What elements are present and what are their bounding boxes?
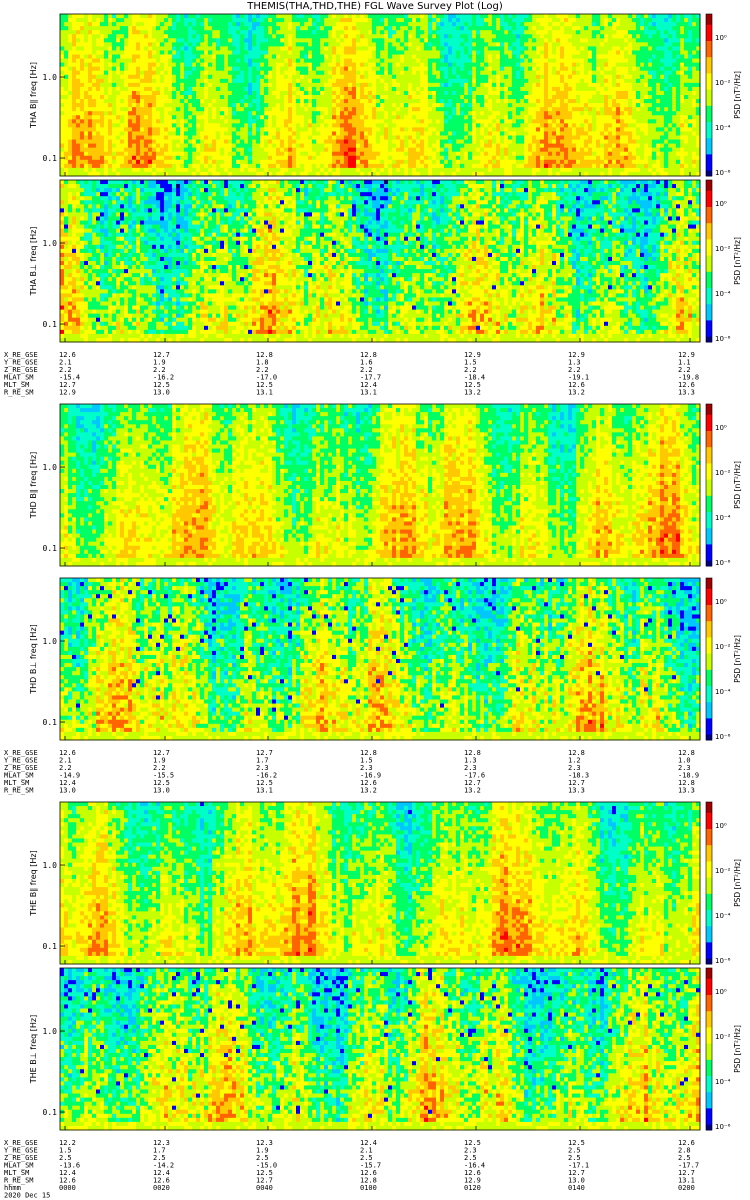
ephemeris-value: 13.3 <box>568 787 585 795</box>
y-tick-label: 0.1 <box>43 320 58 329</box>
ephemeris-value: 12.9 <box>59 389 76 397</box>
y-axis-label: THD B⊥ freq [Hz] <box>29 624 38 695</box>
colorbar-label: PSD [nT²/Hz] <box>733 461 742 509</box>
heatmap-cells <box>60 802 700 964</box>
y-tick-label: 0.1 <box>43 1108 58 1117</box>
ephemeris-value: 13.2 <box>360 787 377 795</box>
y-tick-label: 0.1 <box>43 942 58 951</box>
colorbar-tick-label: 10⁻⁴ <box>715 124 731 132</box>
colorbar-tick-label: 10⁻² <box>715 643 731 651</box>
colorbar: 10⁰ 10⁻² 10⁻⁴ 10⁻⁶ PSD [nT²/Hz] <box>706 578 742 741</box>
spectrogram-panel-tha-0: 1.0 0.1 THA B∥ freq [Hz] 10⁰ 10⁻² 10⁻⁴ 10⁻⁶ PSD… <box>29 14 742 177</box>
colorbar-tick-label: 10⁰ <box>715 200 727 208</box>
ephemeris-value: 0200 <box>678 1184 695 1192</box>
heatmap-cells <box>60 180 700 342</box>
y-tick-label: 1.0 <box>43 73 58 82</box>
colorbar-tick-label: 10⁻⁶ <box>715 733 731 741</box>
colorbar-label: PSD [nT²/Hz] <box>733 859 742 907</box>
colorbar-tick-label: 10⁻⁴ <box>715 1078 731 1086</box>
y-axis-label: THE B∥ freq [Hz] <box>29 850 38 916</box>
ephemeris-value: 13.0 <box>153 389 170 397</box>
colorbar: 10⁰ 10⁻² 10⁻⁴ 10⁻⁶ PSD [nT²/Hz] <box>706 404 742 567</box>
ephemeris-value: 0020 <box>153 1184 170 1192</box>
colorbar: 10⁰ 10⁻² 10⁻⁴ 10⁻⁶ PSD [nT²/Hz] <box>706 180 742 343</box>
spectrogram-panel-thd-2: 1.0 0.1 THD B∥ freq [Hz] 10⁰ 10⁻² 10⁻⁴ 10⁻⁶ PSD… <box>29 404 742 567</box>
colorbar-tick-label: 10⁰ <box>715 988 727 996</box>
spectrogram-figure: 1.0 0.1 THA B∥ freq [Hz] 10⁰ 10⁻² 10⁻⁴ 10⁻⁶ PSD… <box>0 0 750 1200</box>
colorbar-label: PSD [nT²/Hz] <box>733 237 742 285</box>
y-axis-label: THA B⊥ freq [Hz] <box>29 227 38 297</box>
ephemeris-value: 0040 <box>256 1184 273 1192</box>
colorbar-tick-label: 10⁰ <box>715 598 727 606</box>
colorbar: 10⁰ 10⁻² 10⁻⁴ 10⁻⁶ PSD [nT²/Hz] <box>706 968 742 1131</box>
ephemeris-value: 13.1 <box>360 389 377 397</box>
ephemeris-value: 0000 <box>59 1184 76 1192</box>
colorbar-tick-label: 10⁻⁶ <box>715 335 731 343</box>
colorbar-tick-label: 10⁻⁶ <box>715 169 731 177</box>
y-axis-label: THA B∥ freq [Hz] <box>29 62 38 129</box>
colorbar-label: PSD [nT²/Hz] <box>733 1025 742 1073</box>
spectrogram-panel-thd-3: 1.0 0.1 THD B⊥ freq [Hz] 10⁰ 10⁻² 10⁻⁴ 10⁻⁶ PSD… <box>29 578 742 741</box>
spectrogram-panel-the-4: 1.0 0.1 THE B∥ freq [Hz] 10⁰ 10⁻² 10⁻⁴ 10⁻⁶ PSD… <box>29 802 742 965</box>
colorbar-tick-label: 10⁻⁴ <box>715 912 731 920</box>
colorbar-tick-label: 10⁻² <box>715 1033 731 1041</box>
colorbar-tick-label: 10⁻⁶ <box>715 957 731 965</box>
ephemeris-row-label: R_RE_SM <box>4 389 34 397</box>
ephemeris-value: 13.0 <box>153 787 170 795</box>
y-tick-label: 1.0 <box>43 239 58 248</box>
y-axis-label: THD B∥ freq [Hz] <box>29 452 38 520</box>
colorbar-label: PSD [nT²/Hz] <box>733 635 742 683</box>
ephemeris-row-label: R_RE_SM <box>4 787 34 795</box>
ephemeris-value: 0120 <box>464 1184 481 1192</box>
colorbar-tick-label: 10⁻⁶ <box>715 559 731 567</box>
ephemeris-value: 13.2 <box>464 389 481 397</box>
y-tick-label: 0.1 <box>43 718 58 727</box>
colorbar-tick-label: 10⁻⁴ <box>715 688 731 696</box>
colorbar-tick-label: 10⁰ <box>715 34 727 42</box>
ephemeris-value: 13.1 <box>256 787 273 795</box>
heatmap-cells <box>60 968 700 1130</box>
y-tick-label: 1.0 <box>43 1027 58 1036</box>
ephemeris-value: 13.3 <box>678 787 695 795</box>
heatmap-cells <box>60 14 700 176</box>
colorbar-tick-label: 10⁻⁶ <box>715 1123 731 1131</box>
y-tick-label: 0.1 <box>43 544 58 553</box>
ephemeris-value: 13.1 <box>256 389 273 397</box>
heatmap-cells <box>60 404 700 566</box>
colorbar-label: PSD [nT²/Hz] <box>733 71 742 119</box>
ephemeris-tha: X_RE_GSE 12.6 12.7 12.8 12.8 12.9 12.9 12.9Y_RE… <box>4 351 699 397</box>
ephemeris-thd: X_RE_GSE 12.6 12.7 12.7 12.8 12.8 12.8 12.8Y_RE… <box>4 749 699 795</box>
ephemeris-value: 0140 <box>568 1184 585 1192</box>
colorbar-tick-label: 10⁻² <box>715 245 731 253</box>
ephemeris-value: 13.0 <box>59 787 76 795</box>
colorbar-tick-label: 10⁻² <box>715 79 731 87</box>
spectrogram-panel-the-5: 1.0 0.1 THE B⊥ freq [Hz] 10⁰ 10⁻² 10⁻⁴ 10⁻⁶ PSD… <box>29 968 742 1131</box>
ephemeris-value: 13.3 <box>678 389 695 397</box>
y-tick-label: 1.0 <box>43 861 58 870</box>
heatmap-cells <box>60 578 700 740</box>
spectrogram-panel-tha-1: 1.0 0.1 THA B⊥ freq [Hz] 10⁰ 10⁻² 10⁻⁴ 10⁻⁶ PSD… <box>29 180 742 343</box>
colorbar-tick-label: 10⁻⁴ <box>715 290 731 298</box>
ephemeris-value: 13.2 <box>568 389 585 397</box>
colorbar-tick-label: 10⁻⁴ <box>715 514 731 522</box>
colorbar-tick-label: 10⁻² <box>715 867 731 875</box>
colorbar-tick-label: 10⁰ <box>715 822 727 830</box>
colorbar-tick-label: 10⁰ <box>715 424 727 432</box>
y-axis-label: THE B⊥ freq [Hz] <box>29 1015 38 1084</box>
colorbar: 10⁰ 10⁻² 10⁻⁴ 10⁻⁶ PSD [nT²/Hz] <box>706 802 742 965</box>
y-tick-label: 1.0 <box>43 637 58 646</box>
ephemeris-value: 13.2 <box>464 787 481 795</box>
ephemeris-row-label: 2020 Dec 15 <box>4 1192 50 1200</box>
ephemeris-the: X_RE_GSE 12.2 12.3 12.3 12.4 12.5 12.5 12.6Y_RE… <box>4 1139 699 1200</box>
y-tick-label: 1.0 <box>43 463 58 472</box>
y-tick-label: 0.1 <box>43 154 58 163</box>
ephemeris-value: 0100 <box>360 1184 377 1192</box>
colorbar-tick-label: 10⁻² <box>715 469 731 477</box>
colorbar: 10⁰ 10⁻² 10⁻⁴ 10⁻⁶ PSD [nT²/Hz] <box>706 14 742 177</box>
